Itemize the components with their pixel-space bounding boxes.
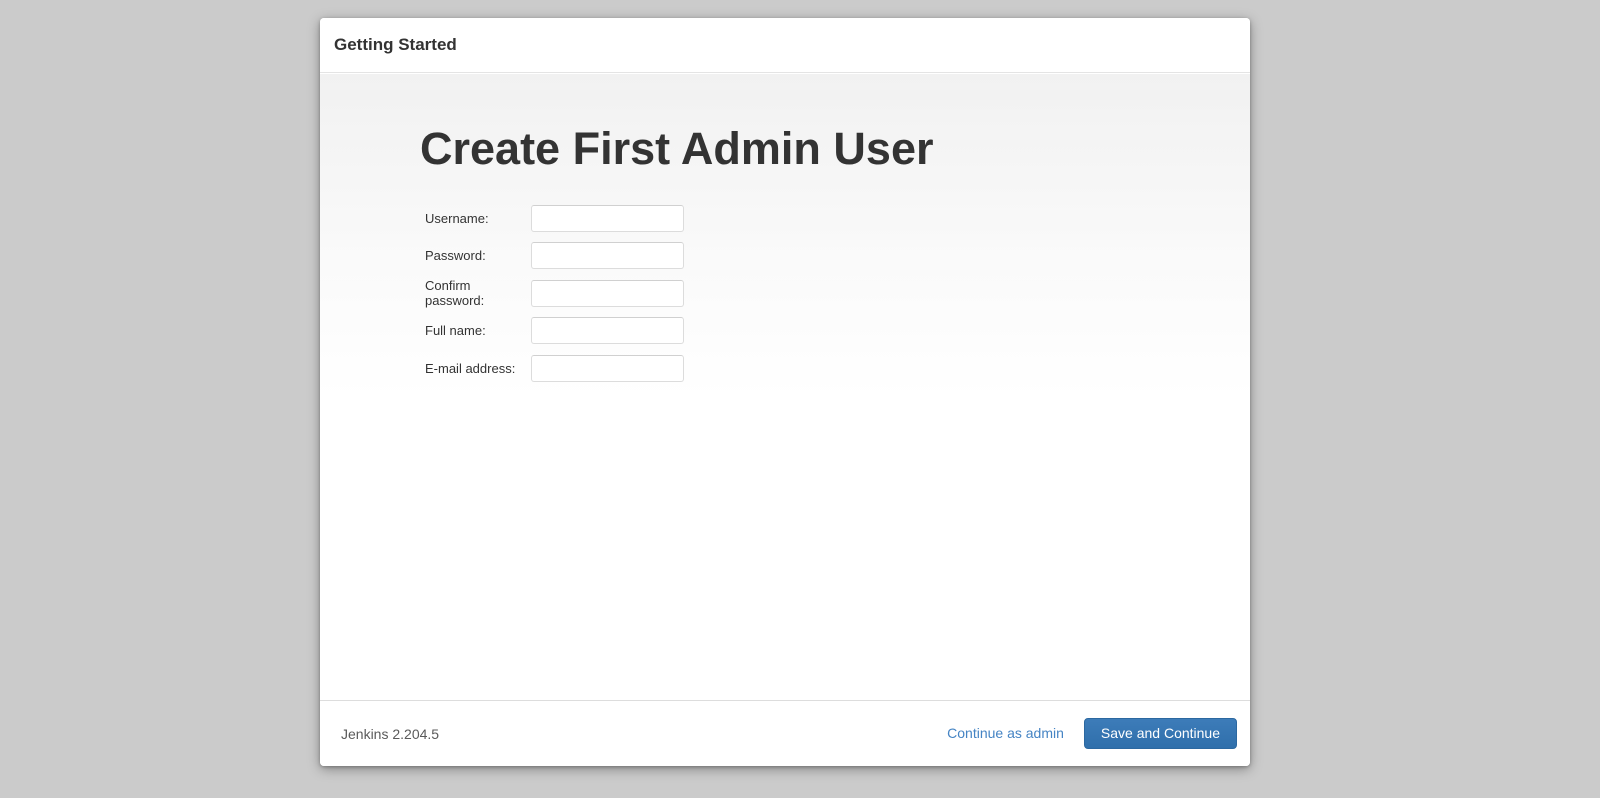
wizard-header: Getting Started xyxy=(320,18,1250,73)
form-row: Password: xyxy=(425,242,1250,269)
username-label: Username: xyxy=(425,211,531,226)
admin-user-form: Username: Password: Confirm password: Full … xyxy=(425,205,1250,382)
desktop-background: { "header": { "title": "Getting Started"… xyxy=(0,0,1600,798)
username-input[interactable] xyxy=(531,205,684,232)
wizard-footer: Jenkins 2.204.5 Continue as admin Save a… xyxy=(320,700,1250,766)
password-label: Password: xyxy=(425,248,531,263)
wizard-header-title: Getting Started xyxy=(334,35,457,55)
full-name-label: Full name: xyxy=(425,323,531,338)
form-row: Confirm password: xyxy=(425,280,1250,307)
save-and-continue-button[interactable]: Save and Continue xyxy=(1084,718,1237,749)
email-input[interactable] xyxy=(531,355,684,382)
form-row: Username: xyxy=(425,205,1250,232)
page-title: Create First Admin User xyxy=(420,124,1250,174)
form-row: Full name: xyxy=(425,317,1250,344)
password-input[interactable] xyxy=(531,242,684,269)
email-label: E-mail address: xyxy=(425,361,531,376)
setup-wizard-dialog: Getting Started Create First Admin User … xyxy=(320,18,1250,766)
full-name-input[interactable] xyxy=(531,317,684,344)
continue-as-admin-link[interactable]: Continue as admin xyxy=(947,725,1064,741)
wizard-content: Create First Admin User Username: Passwor… xyxy=(320,74,1250,699)
footer-actions: Continue as admin Save and Continue xyxy=(947,718,1237,749)
confirm-password-input[interactable] xyxy=(531,280,684,307)
confirm-password-label: Confirm password: xyxy=(425,278,531,308)
jenkins-version-label: Jenkins 2.204.5 xyxy=(341,726,439,742)
form-row: E-mail address: xyxy=(425,355,1250,382)
